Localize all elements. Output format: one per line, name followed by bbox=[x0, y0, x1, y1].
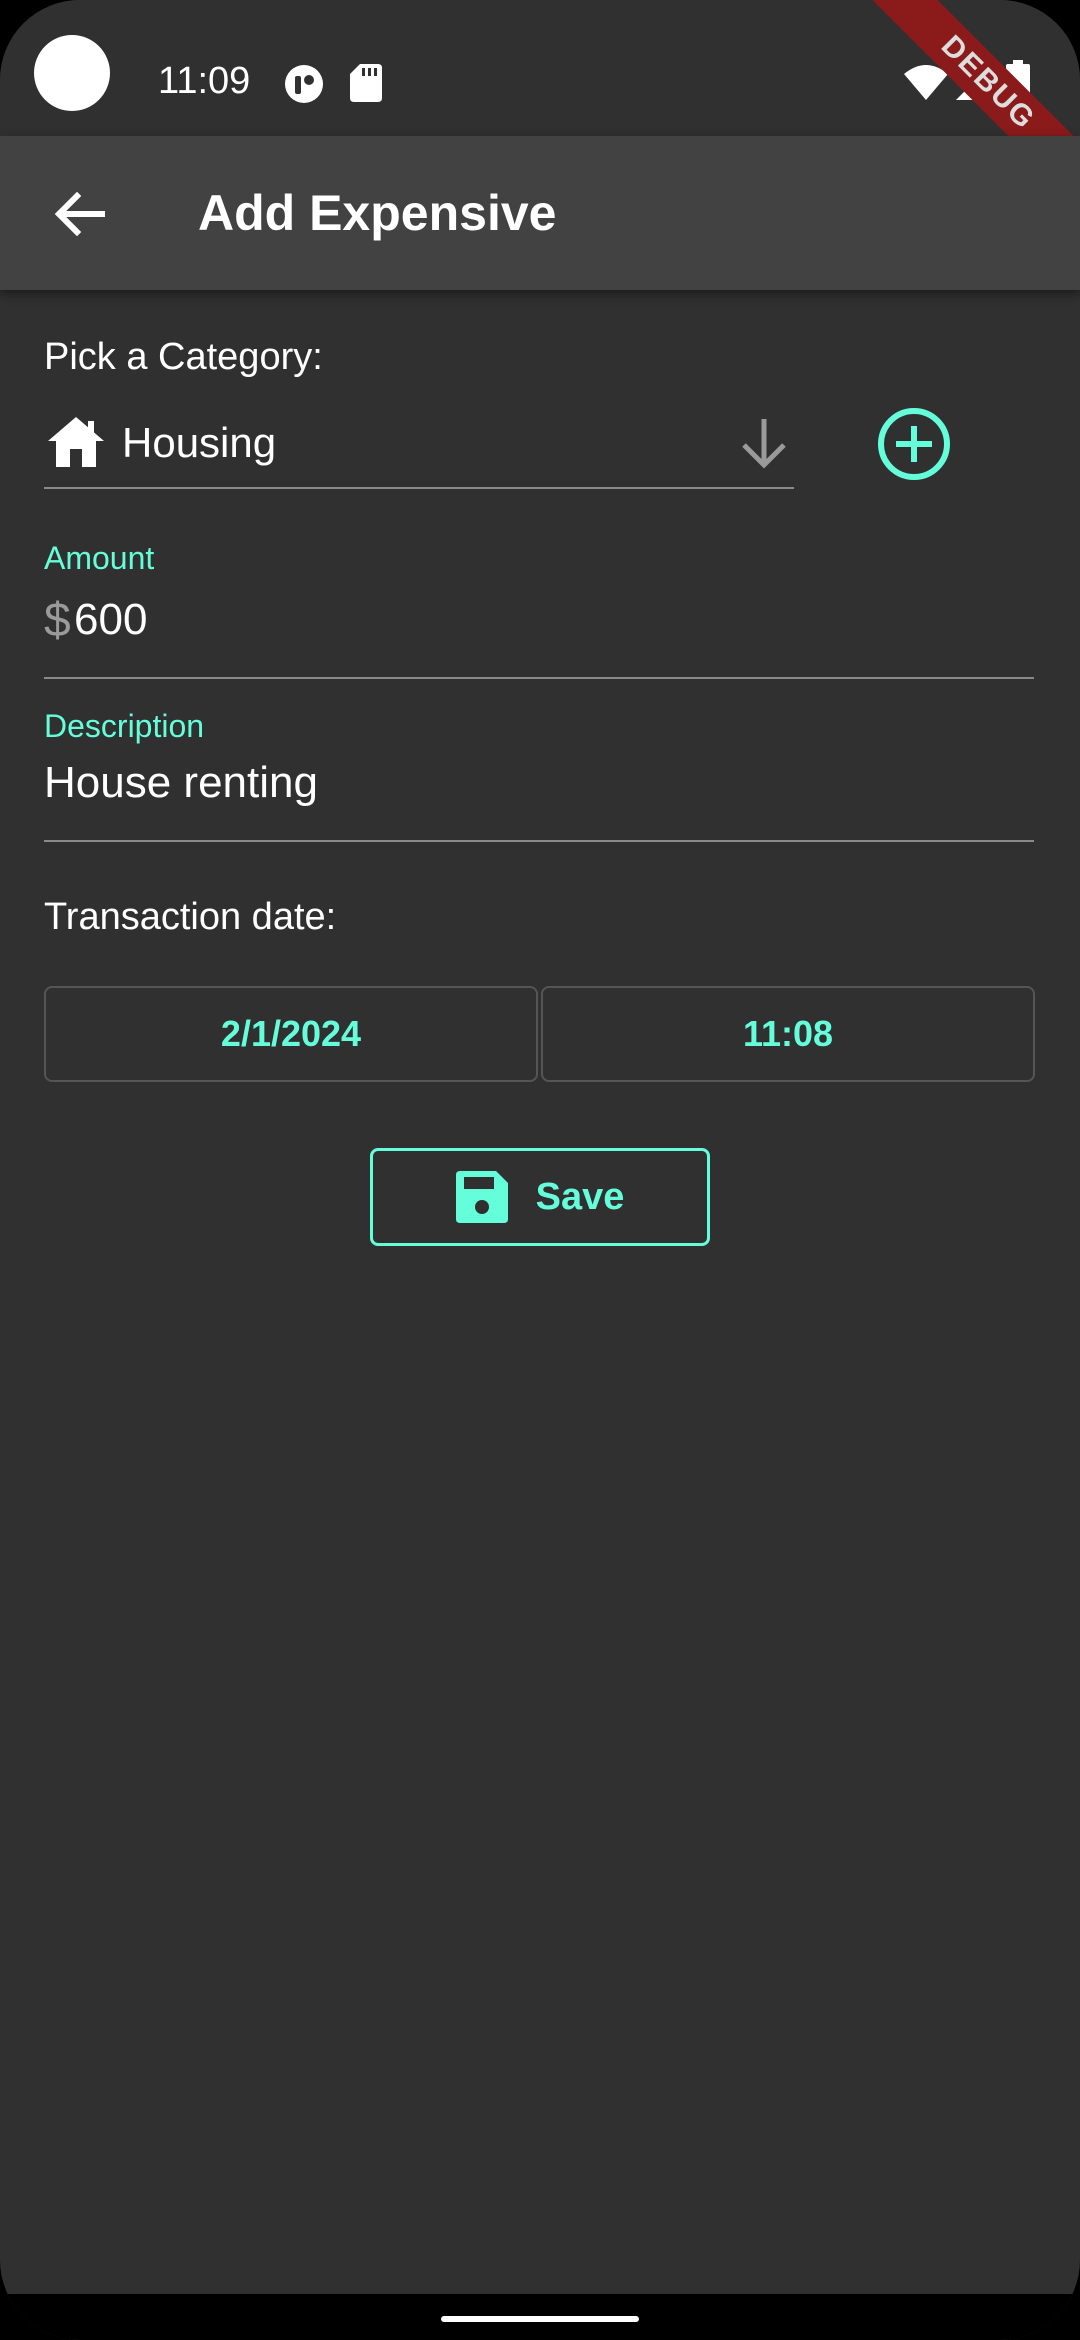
description-field[interactable]: House renting bbox=[44, 752, 1034, 842]
category-dropdown[interactable]: Housing bbox=[44, 405, 794, 489]
app-screen: 11:09 DEBUG Add Expensive Pick a Categor… bbox=[0, 0, 1080, 2340]
time-value: 11:08 bbox=[742, 1013, 834, 1054]
notification-icon bbox=[284, 64, 324, 109]
add-circle-icon bbox=[878, 408, 950, 480]
home-gesture-handle[interactable] bbox=[441, 2316, 639, 2322]
time-picker-button[interactable]: 11:08 bbox=[541, 986, 1035, 1082]
camera-cutout bbox=[34, 35, 110, 111]
transaction-date-label: Transaction date: bbox=[44, 896, 337, 938]
currency-prefix: $ bbox=[44, 594, 71, 647]
save-icon bbox=[455, 1171, 508, 1223]
arrow-down-icon bbox=[740, 417, 788, 474]
amount-field[interactable]: $ 600 bbox=[44, 585, 1034, 679]
date-value: 2/1/2024 bbox=[220, 1013, 362, 1054]
sd-card-icon bbox=[350, 64, 382, 107]
category-selected: Housing bbox=[122, 419, 277, 466]
navigation-bar bbox=[0, 2294, 1080, 2340]
amount-label: Amount bbox=[44, 540, 155, 576]
back-button[interactable] bbox=[40, 174, 120, 254]
wifi-icon bbox=[904, 64, 948, 105]
page-title: Add Expensive bbox=[198, 185, 557, 241]
app-bar: Add Expensive bbox=[0, 136, 1080, 290]
house-icon bbox=[48, 417, 104, 472]
category-label: Pick a Category: bbox=[44, 336, 323, 378]
arrow-back-icon bbox=[55, 192, 105, 236]
description-label: Description bbox=[44, 708, 205, 744]
amount-value: 600 bbox=[74, 595, 148, 644]
add-category-button[interactable] bbox=[876, 406, 952, 482]
save-button[interactable]: Save bbox=[370, 1148, 710, 1246]
date-picker-button[interactable]: 2/1/2024 bbox=[44, 986, 538, 1082]
save-label: Save bbox=[535, 1175, 625, 1218]
description-value: House renting bbox=[44, 758, 318, 807]
status-bar: 11:09 DEBUG bbox=[0, 0, 1080, 220]
status-time: 11:09 bbox=[158, 60, 251, 102]
